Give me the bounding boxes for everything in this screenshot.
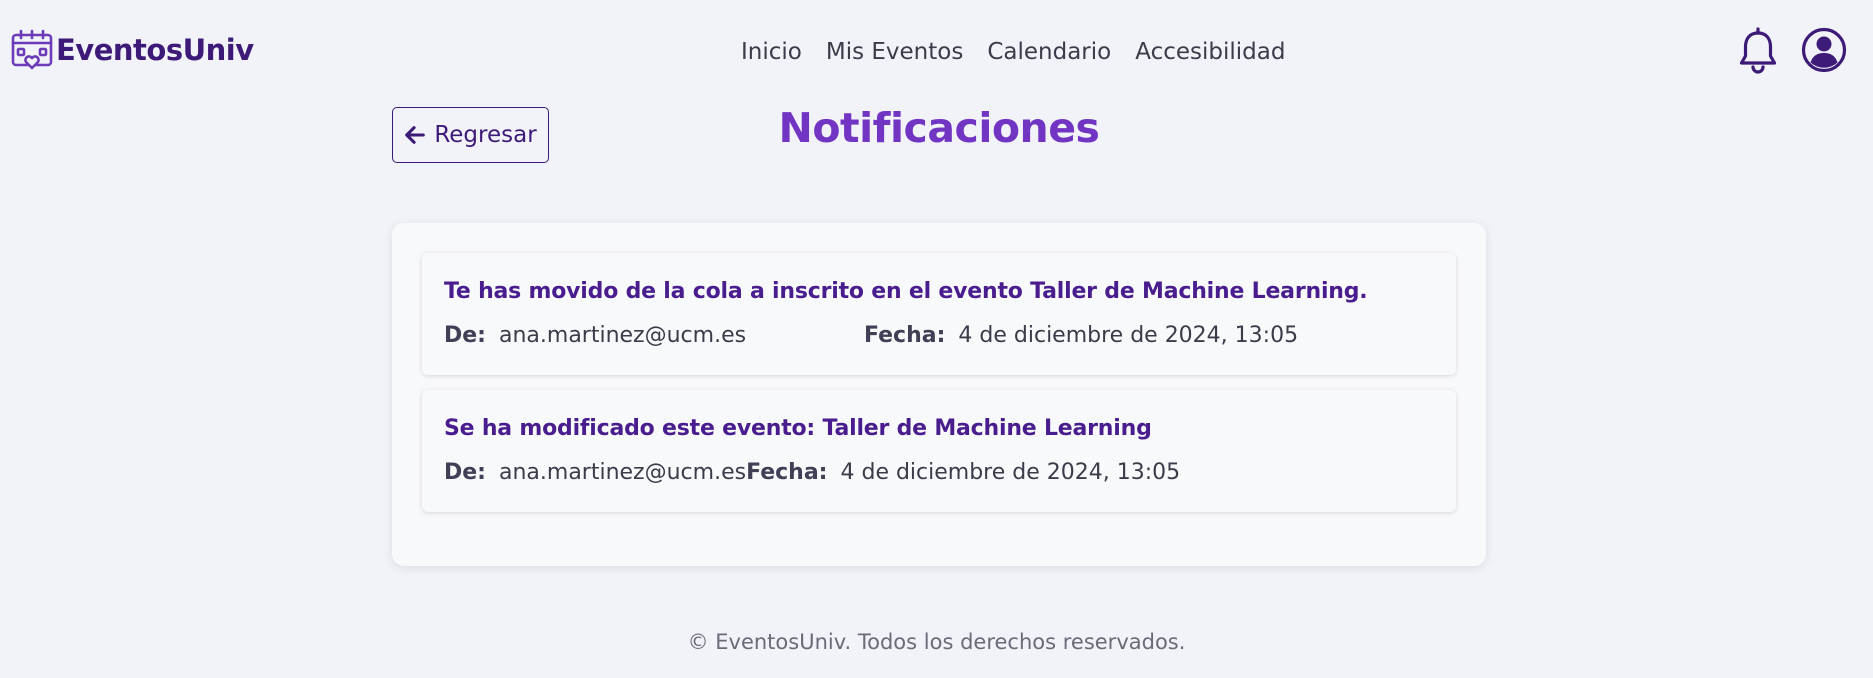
footer: © EventosUniv. Todos los derechos reserv… — [687, 630, 1186, 654]
notifications-panel: Te has movido de la cola a inscrito en e… — [392, 223, 1486, 566]
notification-date: Fecha: 4 de diciembre de 2024, 13:05 — [864, 323, 1298, 348]
notification-meta: De: ana.martinez@ucm.es Fecha: 4 de dici… — [444, 460, 1180, 485]
notification-date: Fecha: 4 de diciembre de 2024, 13:05 — [746, 460, 1180, 485]
date-value: 4 de diciembre de 2024, 13:05 — [958, 323, 1299, 348]
calendar-heart-icon — [11, 29, 53, 70]
main-nav: Inicio Mis Eventos Calendario Accesibili… — [741, 34, 1285, 70]
sender-label: De: — [444, 323, 486, 348]
nav-link-inicio[interactable]: Inicio — [741, 39, 802, 65]
nav-link-accesibilidad[interactable]: Accesibilidad — [1135, 39, 1285, 65]
sender-email: ana.martinez@ucm.es — [498, 323, 747, 348]
nav-link-calendario[interactable]: Calendario — [987, 39, 1111, 65]
notification-title: Te has movido de la cola a inscrito en e… — [444, 279, 1368, 304]
notification-sender: De: ana.martinez@ucm.es — [444, 323, 864, 348]
sender-email: ana.martinez@ucm.es — [498, 460, 747, 485]
brand-logo[interactable]: EventosUniv — [10, 26, 254, 74]
notification-sender: De: ana.martinez@ucm.es — [444, 460, 746, 485]
bell-icon[interactable] — [1736, 26, 1780, 74]
navbar: EventosUniv Inicio Mis Eventos Calendari… — [0, 0, 1873, 100]
date-label: Fecha: — [746, 460, 828, 485]
notification-card[interactable]: Se ha modificado este evento: Taller de … — [422, 390, 1456, 512]
date-value: 4 de diciembre de 2024, 13:05 — [840, 460, 1181, 485]
notification-title: Se ha modificado este evento: Taller de … — [444, 416, 1152, 441]
nav-link-mis-eventos[interactable]: Mis Eventos — [826, 39, 963, 65]
notification-card[interactable]: Te has movido de la cola a inscrito en e… — [422, 253, 1456, 375]
date-label: Fecha: — [864, 323, 946, 348]
notification-meta: De: ana.martinez@ucm.es Fecha: 4 de dici… — [444, 323, 1298, 348]
page-title: Notificaciones — [778, 104, 1100, 152]
sender-label: De: — [444, 460, 486, 485]
brand-name: EventosUniv — [56, 33, 254, 67]
user-circle-icon[interactable] — [1801, 27, 1847, 73]
